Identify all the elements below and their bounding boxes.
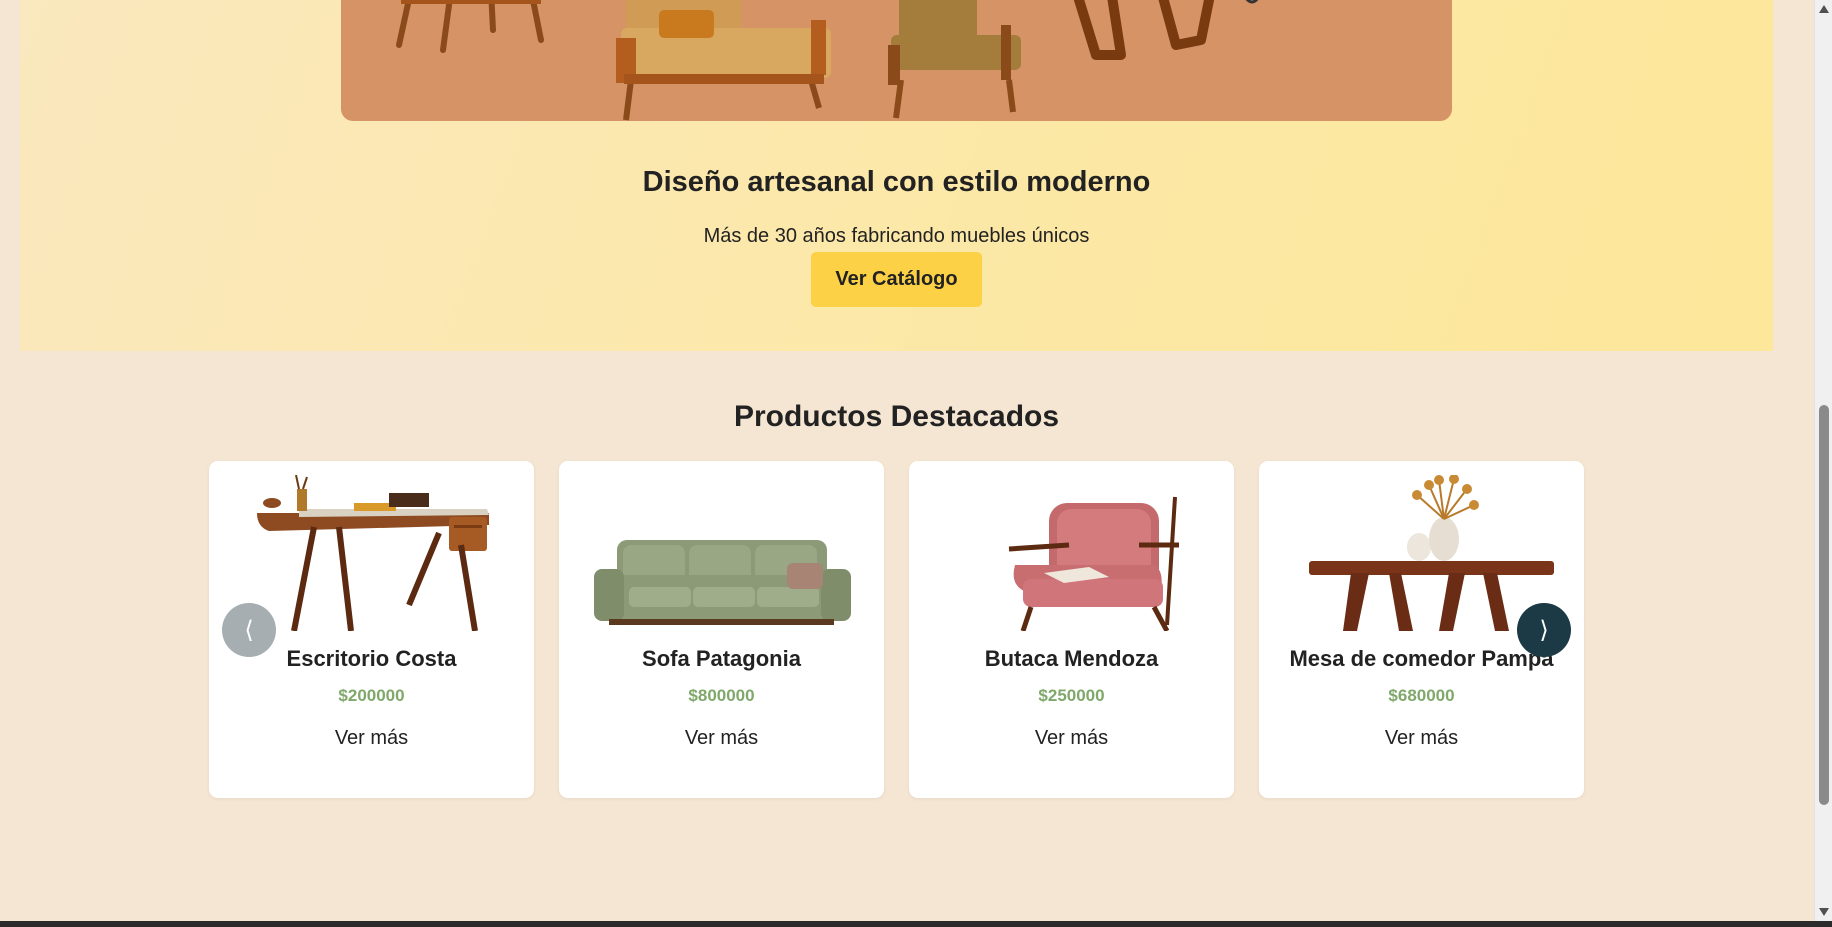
desk-image [239,474,504,632]
hero-section: Diseño artesanal con estilo moderno Más … [20,0,1773,351]
product-name: Butaca Mendoza [984,646,1159,671]
see-more-link[interactable]: Ver más [209,727,534,750]
see-more-link[interactable]: Ver más [909,727,1234,750]
scroll-down-arrow-icon[interactable] [1815,903,1832,921]
carousel-next-button[interactable]: ⟩ [1517,603,1571,657]
product-name: Sofa Patagonia [642,646,801,671]
hero-subtitle: Más de 30 años fabricando muebles únicos [703,225,1090,247]
carousel-prev-button[interactable]: ⟨ [222,603,276,657]
hero-title: Diseño artesanal con estilo moderno [642,166,1151,198]
product-card: Butaca Mendoza $250000 Ver más [909,461,1234,798]
product-price: $250000 [1038,686,1105,705]
chevron-right-icon: ⟩ [1539,616,1549,644]
armchair-image [939,475,1204,633]
scrollbar-thumb[interactable] [1819,405,1829,805]
chevron-left-icon: ⟨ [244,616,254,644]
product-price: $200000 [338,686,405,705]
window-bottom-edge [0,921,1832,927]
product-price: $680000 [1388,686,1455,705]
product-card: Sofa Patagonia $800000 Ver más [559,461,884,798]
hero-banner-image [341,0,1452,121]
sofa-image [589,475,854,631]
product-price: $800000 [688,686,755,705]
view-catalog-button[interactable]: Ver Catálogo [811,252,982,307]
vertical-scrollbar[interactable] [1814,0,1832,921]
see-more-link[interactable]: Ver más [1259,727,1584,750]
scroll-up-arrow-icon[interactable] [1815,0,1832,18]
dining-table-image [1289,474,1554,631]
page-viewport: Diseño artesanal con estilo moderno Más … [0,0,1814,921]
featured-products-title: Productos Destacados [733,400,1060,433]
see-more-link[interactable]: Ver más [559,727,884,750]
furniture-collection-illustration [396,0,1259,121]
